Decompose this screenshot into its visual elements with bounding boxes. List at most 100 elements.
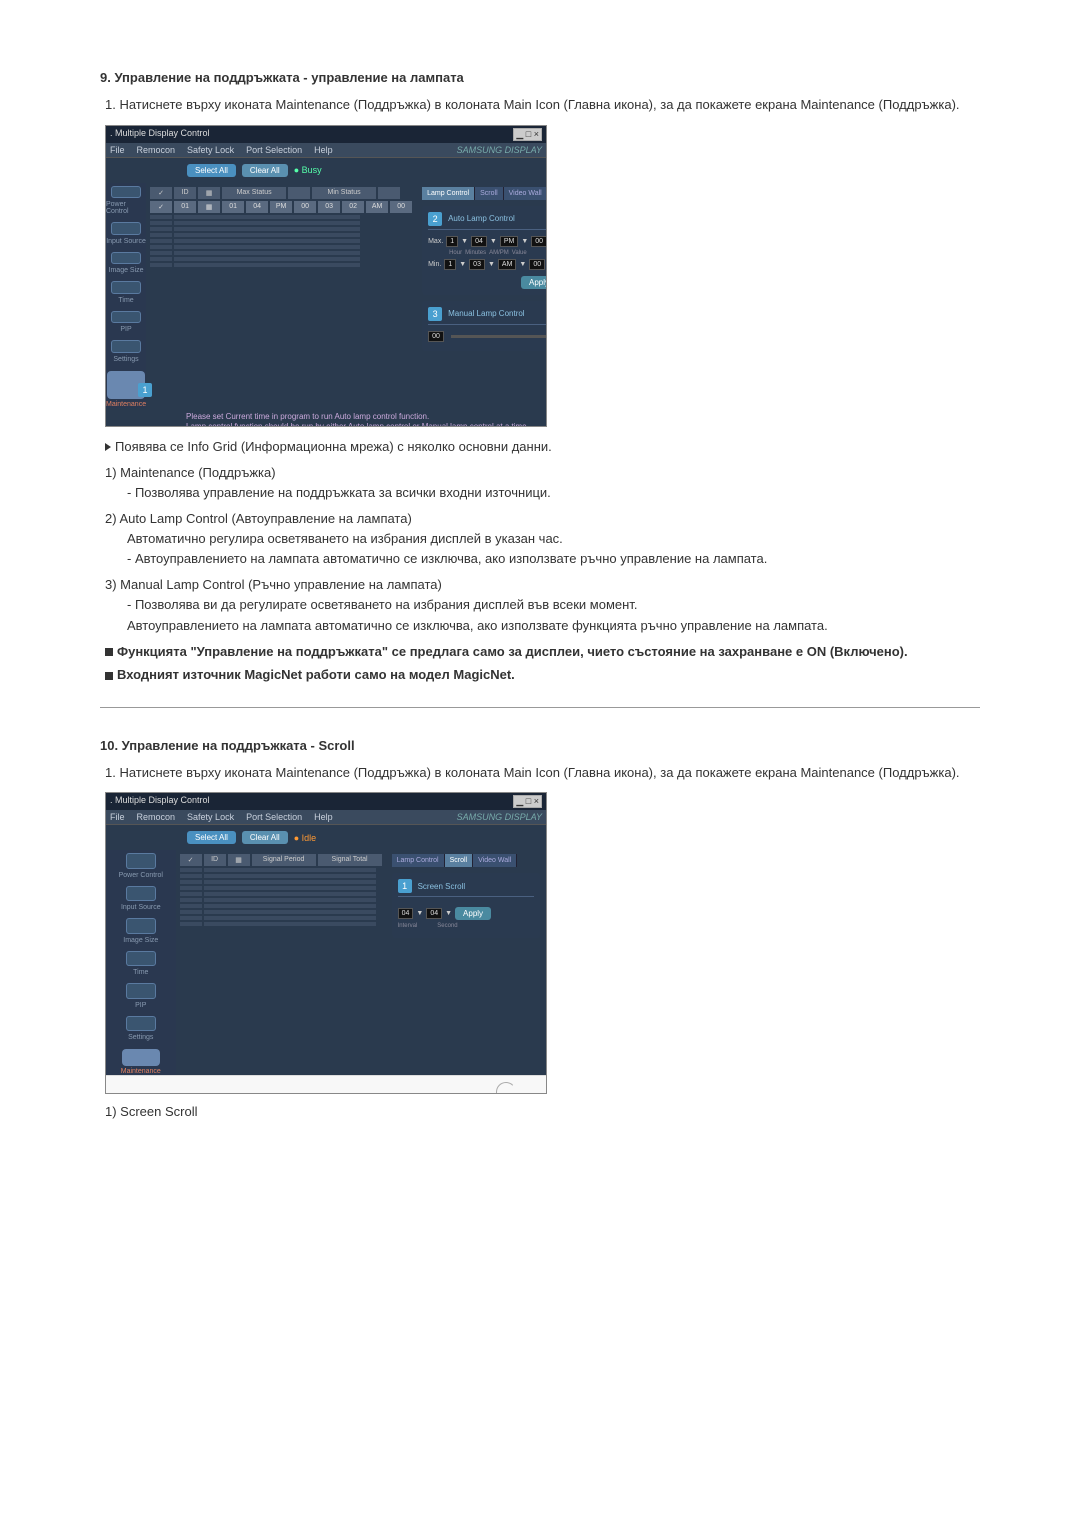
- select-bar: Select All Clear All ● Busy: [181, 158, 546, 183]
- separator: [100, 707, 980, 708]
- input-source-icon[interactable]: [126, 886, 156, 901]
- select-all-button[interactable]: Select All: [187, 164, 236, 177]
- grid-row[interactable]: [180, 868, 382, 872]
- grid-row[interactable]: [180, 880, 382, 884]
- menu-safety-lock[interactable]: Safety Lock: [187, 145, 234, 155]
- window-titlebar: . Multiple Display Control ▁ □ ×: [106, 793, 546, 810]
- grid-row[interactable]: [150, 239, 412, 243]
- time-icon[interactable]: [126, 951, 156, 966]
- right-panel: Lamp Control Scroll Video Wall 1 Screen …: [386, 850, 546, 1075]
- settings-label: Settings: [128, 1034, 153, 1041]
- grid-row[interactable]: [180, 898, 382, 902]
- manual-value[interactable]: 00: [428, 331, 444, 342]
- menu-port-selection[interactable]: Port Selection: [246, 145, 302, 155]
- min-ampm[interactable]: AM: [498, 259, 517, 270]
- section9-note1: Функцията "Управление на поддръжката" се…: [117, 644, 908, 659]
- menu-help[interactable]: Help: [314, 145, 333, 155]
- min-val[interactable]: 00: [529, 259, 545, 270]
- sidebar: Power Control Input Source Image Size Ti…: [106, 183, 146, 408]
- grid-row[interactable]: [180, 922, 382, 926]
- screenshot-lamp-control: . Multiple Display Control ▁ □ × File Re…: [105, 125, 547, 427]
- menu-file[interactable]: File: [110, 812, 125, 822]
- manual-lamp-title: Manual Lamp Control: [448, 309, 524, 318]
- badge-2: 2: [428, 212, 442, 226]
- info-grid: ✓ ID ▦ Signal Period Signal Total: [176, 850, 386, 1075]
- max-hour[interactable]: 1: [446, 236, 458, 247]
- screenshot-note: Please set Current time in program to ru…: [106, 408, 546, 427]
- grid-row[interactable]: [180, 910, 382, 914]
- bullet-icon: [105, 672, 113, 680]
- arrow-icon: [105, 443, 111, 451]
- apply-auto-button[interactable]: Apply: [521, 276, 547, 289]
- grid-icon-header: ▦: [228, 854, 250, 866]
- status-bar: [106, 1075, 546, 1094]
- grid-row-1[interactable]: ✓01 ▦ 01 04 PM 00 03 02 AM 00: [150, 201, 412, 213]
- image-size-icon[interactable]: [126, 918, 156, 933]
- settings-icon[interactable]: [111, 340, 141, 353]
- pip-label: PIP: [135, 1002, 146, 1009]
- settings-icon[interactable]: [126, 1016, 156, 1031]
- pip-icon[interactable]: [126, 983, 156, 998]
- window-buttons[interactable]: ▁ □ ×: [513, 795, 542, 808]
- grid-row[interactable]: [150, 263, 412, 267]
- section9-intro: 1. Натиснете върху иконата Maintenance (…: [105, 95, 980, 115]
- image-size-label: Image Size: [109, 267, 144, 274]
- maintenance-icon[interactable]: [122, 1049, 160, 1066]
- tab-video-wall[interactable]: Video Wall: [504, 187, 547, 200]
- section10-item1: 1) Screen Scroll: [105, 1104, 980, 1119]
- tab-scroll[interactable]: Scroll: [445, 854, 474, 867]
- badge-1: 1: [398, 879, 412, 893]
- grid-row[interactable]: [180, 874, 382, 878]
- power-control-icon[interactable]: [126, 853, 156, 868]
- max-ampm[interactable]: PM: [500, 236, 519, 247]
- window-buttons[interactable]: ▁ □ ×: [513, 128, 542, 141]
- grid-row[interactable]: [150, 221, 412, 225]
- grid-row[interactable]: [150, 257, 412, 261]
- grid-min-status-header: Min Status: [312, 187, 376, 199]
- window-titlebar: . Multiple Display Control ▁ □ ×: [106, 126, 546, 143]
- apply-scroll-button[interactable]: Apply: [455, 907, 491, 920]
- grid-row[interactable]: [180, 916, 382, 920]
- tab-lamp-control[interactable]: Lamp Control: [422, 187, 475, 200]
- grid-row[interactable]: [180, 904, 382, 908]
- badge-1: 1: [138, 383, 152, 397]
- menu-port-selection[interactable]: Port Selection: [246, 812, 302, 822]
- select-all-button[interactable]: Select All: [187, 831, 236, 844]
- grid-row[interactable]: [150, 215, 412, 219]
- power-control-label: Power Control: [119, 872, 163, 879]
- r1c3: PM: [270, 201, 292, 213]
- grid-row[interactable]: [150, 251, 412, 255]
- power-control-icon[interactable]: [111, 186, 141, 199]
- tab-video-wall[interactable]: Video Wall: [473, 854, 517, 867]
- max-val[interactable]: 00: [531, 236, 547, 247]
- min-hour[interactable]: 1: [444, 259, 456, 270]
- image-size-icon[interactable]: [111, 252, 141, 265]
- grid-row[interactable]: [180, 886, 382, 890]
- max-min[interactable]: 04: [471, 236, 487, 247]
- grid-row[interactable]: [180, 892, 382, 896]
- clear-all-button[interactable]: Clear All: [242, 831, 288, 844]
- menu-remocon[interactable]: Remocon: [137, 145, 176, 155]
- tab-scroll[interactable]: Scroll: [475, 187, 504, 200]
- grid-icon-header: ▦: [198, 187, 220, 199]
- grid-row[interactable]: [150, 233, 412, 237]
- grid-row[interactable]: [150, 245, 412, 249]
- menu-help[interactable]: Help: [314, 812, 333, 822]
- lbl-hour: Hour: [449, 250, 462, 256]
- menu-remocon[interactable]: Remocon: [137, 812, 176, 822]
- menu-safety-lock[interactable]: Safety Lock: [187, 812, 234, 822]
- second-dd[interactable]: 04: [426, 908, 442, 919]
- grid-row[interactable]: [150, 227, 412, 231]
- pip-icon[interactable]: [111, 311, 141, 324]
- status-text: Busy: [302, 165, 322, 175]
- input-source-icon[interactable]: [111, 222, 141, 235]
- min-min[interactable]: 03: [469, 259, 485, 270]
- manual-lamp-panel: 3 Manual Lamp Control 00: [422, 301, 547, 351]
- time-icon[interactable]: [111, 281, 141, 294]
- tab-lamp-control[interactable]: Lamp Control: [392, 854, 445, 867]
- interval-dd[interactable]: 04: [398, 908, 414, 919]
- maintenance-label: Maintenance: [106, 401, 146, 408]
- power-control-label: Power Control: [106, 201, 146, 215]
- clear-all-button[interactable]: Clear All: [242, 164, 288, 177]
- menu-file[interactable]: File: [110, 145, 125, 155]
